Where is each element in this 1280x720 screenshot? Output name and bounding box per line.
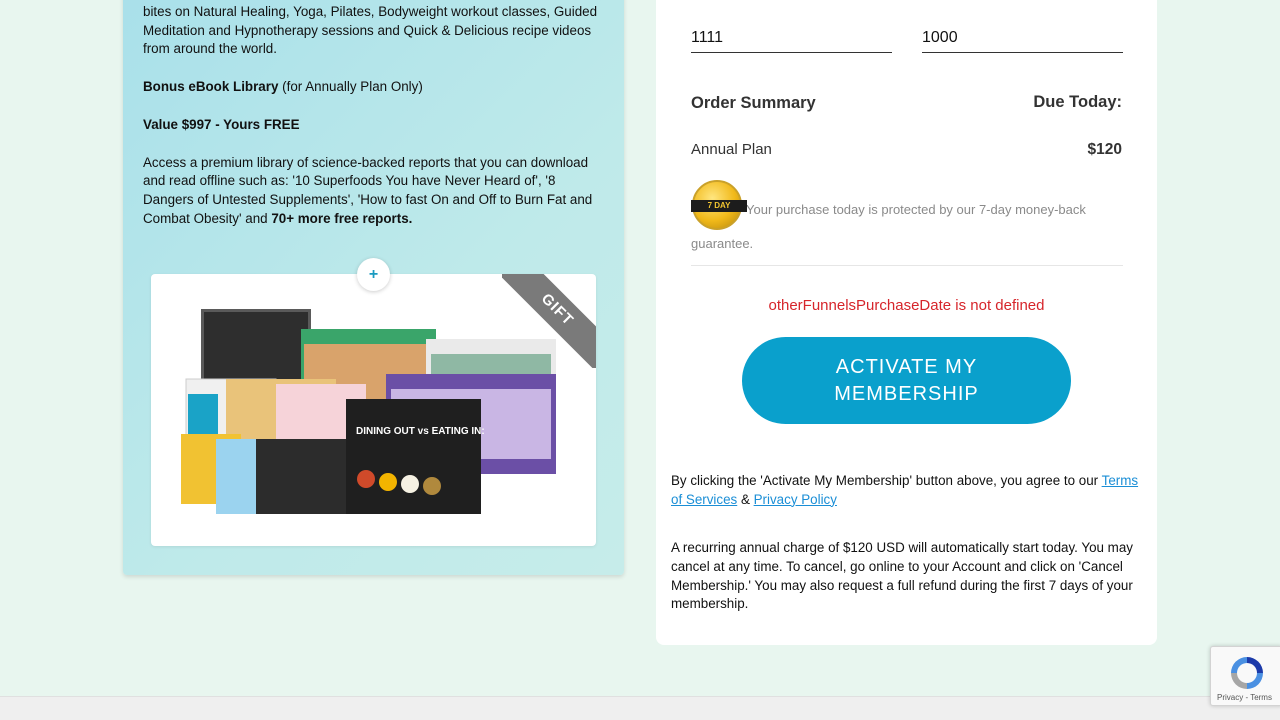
recaptcha-widget[interactable]: Privacy - Terms — [1210, 646, 1280, 706]
plan-price: $120 — [1087, 141, 1122, 158]
value-text: Value $997 - Yours FREE — [143, 116, 300, 132]
bonus-note: (for Annually Plan Only) — [278, 79, 423, 95]
badge-label: 7 DAY — [691, 200, 747, 212]
recaptcha-links[interactable]: Privacy - Terms — [1217, 693, 1272, 702]
activate-membership-button[interactable]: ACTIVATE MY MEMBERSHIP — [742, 337, 1071, 424]
privacy-link[interactable]: Privacy Policy — [754, 492, 837, 507]
order-summary-title: Order Summary — [691, 94, 816, 112]
bonus-description: bites on Natural Healing, Yoga, Pilates,… — [143, 3, 605, 247]
guarantee-body: Your purchase today is protected by our … — [691, 202, 1086, 251]
recaptcha-icon — [1231, 657, 1263, 689]
expand-plus-button[interactable]: + — [357, 258, 390, 291]
input-field-1[interactable]: 1111 — [691, 28, 892, 53]
money-back-badge-icon: 7 DAY — [691, 180, 747, 230]
checkout-card: 1111 1000 Order Summary Due Today: Annua… — [656, 0, 1157, 645]
guarantee-text: Your purchase today is protected by our … — [691, 193, 1123, 261]
due-today-label: Due Today: — [1033, 93, 1122, 111]
access-bold: 70+ more free reports. — [271, 210, 413, 226]
gift-label: GIFT — [502, 274, 596, 368]
access-text: Access a premium library of science-back… — [143, 154, 605, 229]
recurring-charge-text: A recurring annual charge of $120 USD wi… — [671, 540, 1133, 612]
value-line: Value $997 - Yours FREE — [143, 116, 605, 135]
input-field-2[interactable]: 1000 — [922, 28, 1123, 53]
gift-ribbon: GIFT — [502, 274, 596, 368]
plan-name: Annual Plan — [691, 141, 772, 158]
agree-amp: & — [737, 491, 754, 507]
ebook-bundle-image: DINING OUT vs EATING IN: GIFT — [151, 274, 596, 546]
agreement-text: By clicking the 'Activate My Membership'… — [671, 472, 1143, 509]
agree-prefix: By clicking the 'Activate My Membership'… — [671, 473, 1102, 488]
bonus-heading: Bonus eBook Library (for Annually Plan O… — [143, 78, 605, 97]
intro-text: bites on Natural Healing, Yoga, Pilates,… — [143, 4, 598, 57]
page-footer — [0, 696, 1280, 720]
svg-text:DINING OUT vs EATING IN:: DINING OUT vs EATING IN: — [356, 426, 485, 437]
divider — [691, 265, 1123, 266]
error-message: otherFunnelsPurchaseDate is not defined — [768, 297, 1045, 314]
bonus-title: Bonus eBook Library — [143, 79, 279, 95]
bonus-panel: bites on Natural Healing, Yoga, Pilates,… — [123, 0, 624, 575]
